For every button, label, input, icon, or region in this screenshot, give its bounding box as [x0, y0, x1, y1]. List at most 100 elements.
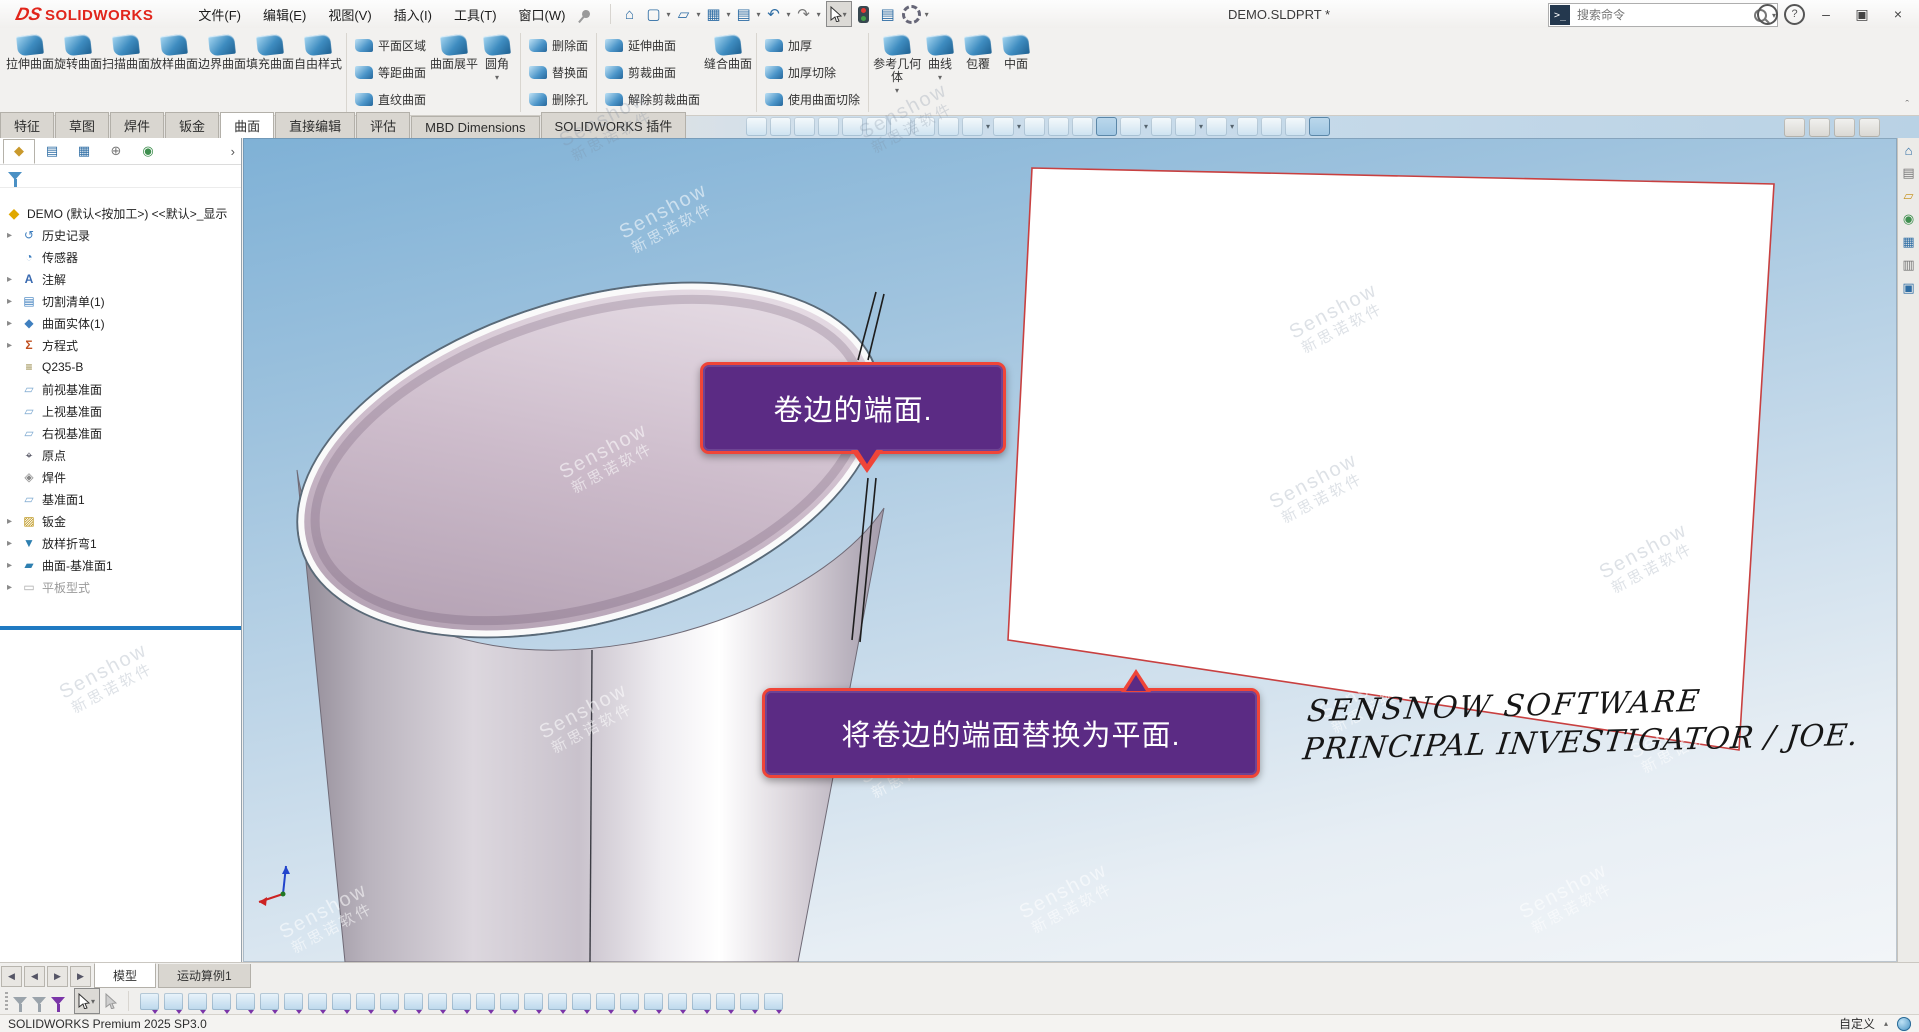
- redo-dropdown-icon[interactable]: ▾: [817, 10, 821, 19]
- drawing-sheet-icon[interactable]: [962, 117, 983, 136]
- undo-button[interactable]: ↶: [762, 3, 786, 25]
- tree-filter-row[interactable]: [0, 165, 241, 188]
- dropdown-icon[interactable]: ▾: [1230, 122, 1234, 131]
- filled-surface-button[interactable]: 填充曲面: [246, 30, 294, 115]
- model-tab[interactable]: 模型: [94, 963, 156, 988]
- pan-icon[interactable]: [770, 117, 791, 136]
- tree-item-surface-bodies[interactable]: ▸◆曲面实体(1): [0, 312, 240, 334]
- sketch-plane-tool-icon[interactable]: [284, 993, 303, 1010]
- dimxpert-manager-tab[interactable]: ⊕: [101, 140, 131, 163]
- menu-insert[interactable]: 插入(I): [383, 5, 443, 24]
- motion-study-tab[interactable]: 运动算例1: [158, 964, 251, 988]
- flatten-surface-button[interactable]: 曲面展平: [430, 30, 478, 115]
- sketch-mirror-tool-icon[interactable]: [596, 993, 615, 1010]
- tree-item-origin[interactable]: ⌖原点: [0, 444, 240, 466]
- expand-arrow-icon[interactable]: ▸: [7, 560, 20, 571]
- hide-show-items-eye-icon[interactable]: [1120, 117, 1141, 136]
- sketch-point-tool-icon[interactable]: [140, 993, 159, 1010]
- tab-features[interactable]: 特征: [0, 112, 54, 138]
- sketch-line-tool-icon[interactable]: [164, 993, 183, 1010]
- rotate-view-icon[interactable]: [890, 117, 911, 136]
- rebuild-button[interactable]: [852, 3, 876, 25]
- new-document-button[interactable]: ▢: [641, 3, 665, 25]
- sketch-curve-tool-icon[interactable]: [548, 993, 567, 1010]
- new-dropdown-icon[interactable]: ▾: [666, 10, 670, 19]
- dropdown-icon[interactable]: ▾: [986, 122, 990, 131]
- extend-surface-button[interactable]: 延伸曲面: [605, 35, 700, 57]
- display-manager-tab[interactable]: ◉: [133, 140, 163, 163]
- panel-expand-chevron-icon[interactable]: ›: [231, 144, 235, 159]
- four-view-icon[interactable]: [1859, 118, 1880, 137]
- realview-icon[interactable]: [1309, 117, 1330, 136]
- collapse-ribbon-icon[interactable]: ˆ: [1905, 99, 1909, 111]
- select-dropdown-icon[interactable]: ▾: [843, 10, 847, 19]
- forum-icon[interactable]: ▣: [1902, 280, 1914, 296]
- reference-geometry-button[interactable]: 参考几何体▾: [873, 30, 921, 115]
- reference-geometry-dropdown-icon[interactable]: ▾: [895, 84, 899, 97]
- lasso-select-icon[interactable]: [105, 993, 117, 1009]
- configuration-manager-tab[interactable]: ▦: [69, 140, 99, 163]
- freeform-button[interactable]: 自由样式: [294, 30, 342, 115]
- delete-hole-button[interactable]: 删除孔: [529, 89, 588, 111]
- tree-item-cut-list[interactable]: ▸▤切割清单(1): [0, 290, 240, 312]
- section-view-icon[interactable]: [866, 117, 887, 136]
- tab-mbd-dimensions[interactable]: MBD Dimensions: [411, 116, 539, 138]
- sketch-dimension-tool-icon[interactable]: [428, 993, 447, 1010]
- tree-item-top-plane[interactable]: ▱上视基准面: [0, 400, 240, 422]
- close-button[interactable]: ×: [1883, 2, 1913, 26]
- next-tab-button[interactable]: ▶: [47, 966, 68, 987]
- wireframe-icon[interactable]: [1024, 117, 1045, 136]
- tab-surfaces[interactable]: 曲面: [220, 112, 274, 138]
- view-settings-monitor-icon[interactable]: [1206, 117, 1227, 136]
- menu-tools[interactable]: 工具(T): [443, 5, 508, 24]
- sketch-corner-tool-icon[interactable]: [356, 993, 375, 1010]
- two-view-horizontal-icon[interactable]: [1809, 118, 1830, 137]
- wrap-button[interactable]: 包覆: [959, 30, 997, 115]
- restore-button[interactable]: ▣: [1847, 2, 1877, 26]
- open-button[interactable]: ▱: [672, 3, 696, 25]
- sketch-table-tool-icon[interactable]: [716, 993, 735, 1010]
- menu-view[interactable]: 视图(V): [317, 5, 382, 24]
- hidden-lines-visible-icon[interactable]: [1048, 117, 1069, 136]
- help-icon[interactable]: ?: [1784, 4, 1805, 25]
- undo-dropdown-icon[interactable]: ▾: [787, 10, 791, 19]
- file-explorer-icon[interactable]: ▦: [1902, 234, 1914, 250]
- zoom-area-icon[interactable]: [794, 117, 815, 136]
- revolved-surface-button[interactable]: 旋转曲面: [54, 30, 102, 115]
- home-icon[interactable]: ⌂: [1905, 143, 1913, 158]
- tree-item-history[interactable]: ▸↺历史记录: [0, 224, 240, 246]
- tree-item-front-plane[interactable]: ▱前视基准面: [0, 378, 240, 400]
- expand-arrow-icon[interactable]: ▸: [7, 340, 20, 351]
- select-dropdown-icon[interactable]: ▾: [91, 997, 95, 1006]
- appearances-icon[interactable]: ◉: [1903, 211, 1914, 227]
- resources-icon[interactable]: ▤: [1902, 165, 1914, 181]
- expand-arrow-icon[interactable]: ▸: [7, 274, 20, 285]
- sketch-contour-tool-icon[interactable]: [332, 993, 351, 1010]
- filter-toggle-icon[interactable]: [51, 997, 65, 1005]
- save-dropdown-icon[interactable]: ▾: [727, 10, 731, 19]
- expand-arrow-icon[interactable]: ▸: [7, 582, 20, 593]
- untrim-surface-button[interactable]: 解除剪裁曲面: [605, 89, 700, 111]
- zoom-fit-icon[interactable]: [746, 117, 767, 136]
- filter-faces-icon[interactable]: [32, 997, 46, 1005]
- shaded-with-edges-icon[interactable]: [1096, 117, 1117, 136]
- previous-view-icon[interactable]: [842, 117, 863, 136]
- user-account-icon[interactable]: [1757, 4, 1778, 25]
- tab-sketch[interactable]: 草图: [55, 112, 109, 138]
- apply-scene-icon[interactable]: [1175, 117, 1196, 136]
- sketch-hatch-tool-icon[interactable]: [572, 993, 591, 1010]
- magnifier-icon[interactable]: [818, 117, 839, 136]
- sketch-coordinate-tool-icon[interactable]: [764, 993, 783, 1010]
- view-orientation-cube-icon[interactable]: [993, 117, 1014, 136]
- rollback-bar[interactable]: [0, 626, 241, 630]
- two-view-vertical-icon[interactable]: [1834, 118, 1855, 137]
- expand-arrow-icon[interactable]: ▸: [7, 318, 20, 329]
- tab-evaluate[interactable]: 评估: [356, 112, 410, 138]
- tree-root-part[interactable]: ◆DEMO (默认<按加工>) <<默认>_显示: [0, 202, 240, 224]
- save-button[interactable]: ▦: [702, 3, 726, 25]
- featuremanager-tree-tab[interactable]: ◆: [3, 139, 35, 164]
- perspective-icon[interactable]: [1261, 117, 1282, 136]
- expand-arrow-icon[interactable]: ▸: [7, 296, 20, 307]
- tree-item-sheet-metal[interactable]: ▸▨钣金: [0, 510, 240, 532]
- thicken-button[interactable]: 加厚: [765, 35, 860, 57]
